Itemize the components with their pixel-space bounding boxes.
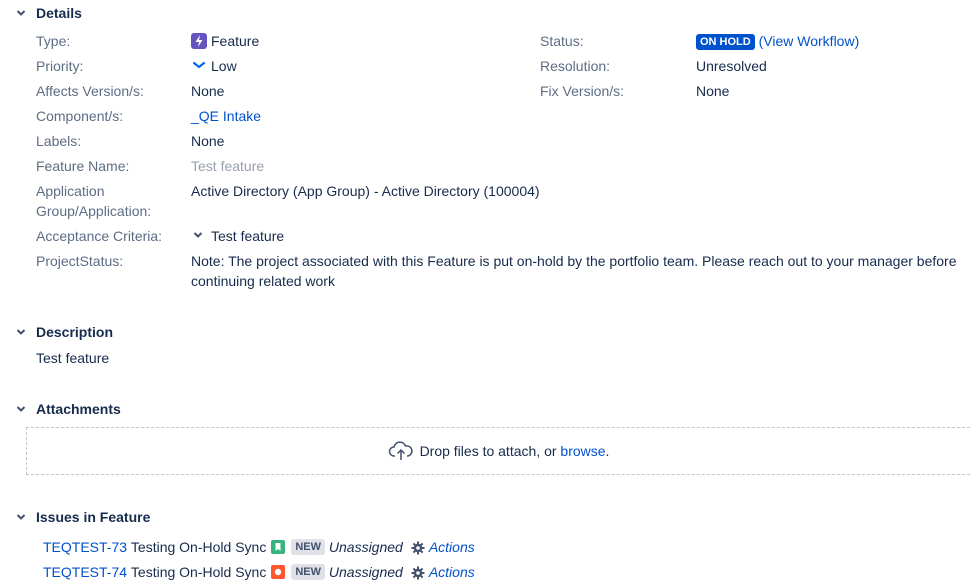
feature-icon bbox=[191, 33, 207, 49]
issue-row: TEQTEST-73 Testing On-Hold Sync NEW Unas… bbox=[43, 537, 475, 557]
component-link[interactable]: _QE Intake bbox=[191, 106, 261, 126]
issue-summary: Testing On-Hold Sync bbox=[130, 539, 267, 555]
application-label-line1: Application bbox=[36, 183, 105, 199]
issue-status-badge: NEW bbox=[291, 564, 325, 580]
fix-version-value: None bbox=[696, 83, 730, 99]
description-text: Test feature bbox=[36, 350, 110, 366]
drop-files-text: Drop files to attach, or bbox=[419, 443, 557, 459]
status-badge: ON HOLD bbox=[696, 34, 755, 50]
issue-actions-link[interactable]: Actions bbox=[429, 562, 475, 582]
acceptance-criteria-text: Test feature bbox=[211, 228, 285, 244]
feature-name-value: Test feature bbox=[191, 158, 265, 174]
status-label: Status: bbox=[540, 33, 584, 49]
acceptance-criteria-value[interactable]: Test feature bbox=[191, 226, 284, 246]
type-label: Type: bbox=[36, 33, 71, 49]
bug-icon bbox=[271, 565, 286, 579]
issues-section-toggle[interactable]: Issues in Feature bbox=[14, 509, 150, 525]
resolution-value: Unresolved bbox=[696, 58, 767, 74]
description-section-toggle[interactable]: Description bbox=[14, 324, 113, 340]
issues-title: Issues in Feature bbox=[36, 509, 151, 525]
view-workflow-link[interactable]: (View Workflow) bbox=[759, 33, 860, 49]
issue-assignee: Unassigned bbox=[328, 564, 403, 580]
chevron-down-icon bbox=[14, 6, 28, 20]
details-section-toggle[interactable]: Details bbox=[14, 5, 82, 21]
acceptance-criteria-label: Acceptance Criteria: bbox=[36, 228, 163, 244]
priority-text: Low bbox=[211, 58, 237, 74]
fix-version-label: Fix Version/s: bbox=[540, 83, 625, 99]
resolution-label: Resolution: bbox=[540, 58, 611, 74]
expand-chevron-icon[interactable] bbox=[191, 226, 205, 238]
priority-label: Priority: bbox=[36, 58, 84, 74]
browse-link[interactable]: browse bbox=[560, 443, 605, 459]
type-text: Feature bbox=[211, 33, 260, 49]
type-value: Feature bbox=[191, 31, 259, 51]
labels-label: Labels: bbox=[36, 133, 82, 149]
issue-actions-link[interactable]: Actions bbox=[429, 537, 475, 557]
status-value: ON HOLD (View Workflow) bbox=[696, 31, 859, 51]
attachment-dropzone[interactable]: Drop files to attach, or browse. bbox=[26, 427, 970, 475]
issue-key-link[interactable]: TEQTEST-74 bbox=[43, 562, 127, 582]
priority-low-icon bbox=[191, 56, 207, 69]
project-status-line2: continuing related work bbox=[191, 273, 335, 289]
labels-value: None bbox=[191, 133, 225, 149]
attachments-section-toggle[interactable]: Attachments bbox=[14, 401, 121, 417]
details-title: Details bbox=[36, 5, 82, 21]
cloud-upload-icon bbox=[388, 441, 414, 461]
story-icon bbox=[271, 540, 286, 554]
components-label: Component/s: bbox=[36, 108, 124, 124]
issue-status-badge: NEW bbox=[291, 539, 325, 555]
application-value: Active Directory (App Group) - Active Di… bbox=[191, 183, 540, 199]
issue-summary: Testing On-Hold Sync bbox=[130, 564, 267, 580]
browse-period: . bbox=[605, 443, 610, 459]
project-status-label: ProjectStatus: bbox=[36, 253, 124, 269]
issue-key-link[interactable]: TEQTEST-73 bbox=[43, 537, 127, 557]
attachments-title: Attachments bbox=[36, 401, 121, 417]
chevron-down-icon bbox=[14, 510, 28, 524]
affects-version-value: None bbox=[191, 83, 225, 99]
affects-version-label: Affects Version/s: bbox=[36, 83, 144, 99]
feature-name-label: Feature Name: bbox=[36, 158, 130, 174]
chevron-down-icon bbox=[14, 402, 28, 416]
issue-row: TEQTEST-74 Testing On-Hold Sync NEW Unas… bbox=[43, 562, 475, 582]
priority-value: Low bbox=[191, 56, 237, 76]
issue-assignee: Unassigned bbox=[328, 539, 403, 555]
gear-icon[interactable] bbox=[411, 540, 425, 555]
chevron-down-icon bbox=[14, 325, 28, 339]
gear-icon[interactable] bbox=[411, 565, 425, 580]
description-title: Description bbox=[36, 324, 114, 340]
application-label-line2: Group/Application: bbox=[36, 203, 152, 219]
project-status-line1: Note: The project associated with this F… bbox=[191, 253, 957, 269]
